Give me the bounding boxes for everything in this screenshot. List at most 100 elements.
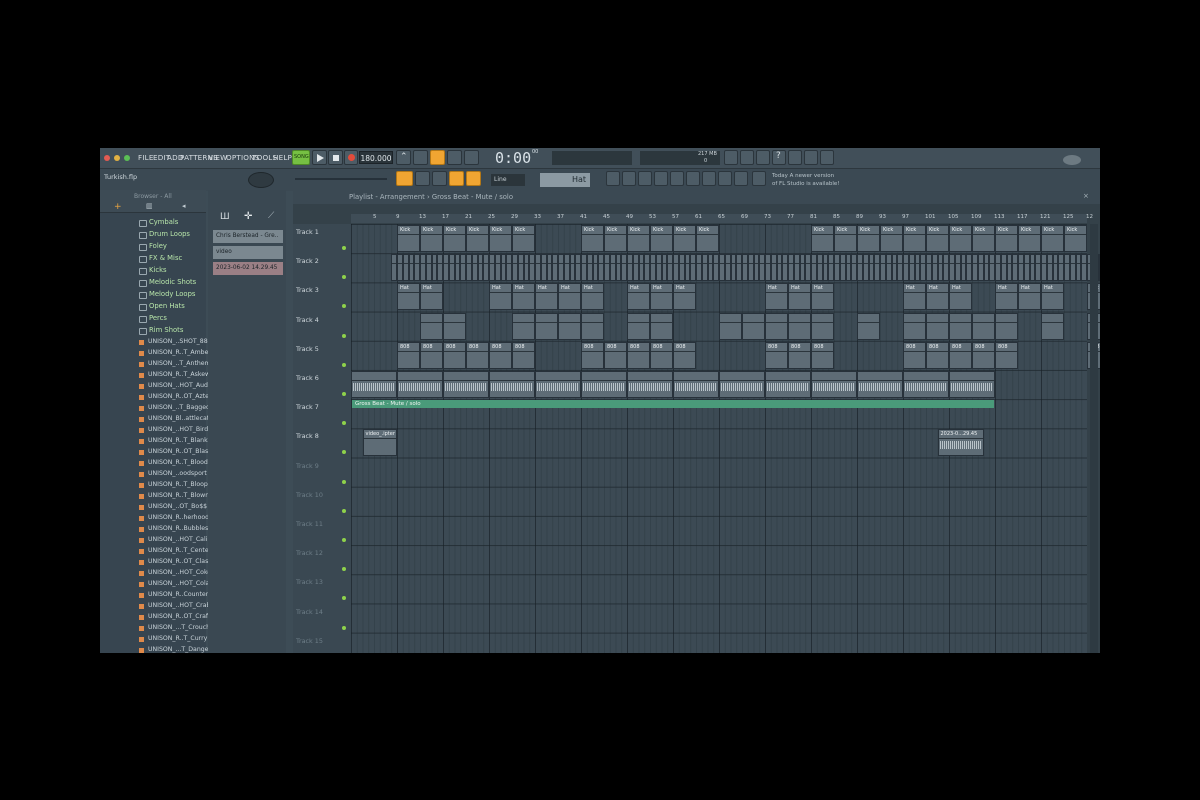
master-volume-knob[interactable] [248, 172, 274, 188]
tempo-display[interactable]: 180.000 [359, 151, 393, 164]
news-panel[interactable]: Today A newer version of FL Studio is av… [772, 172, 839, 188]
pattern-clip[interactable]: Hat [926, 283, 949, 311]
pattern-clip[interactable] [926, 312, 949, 340]
save-button[interactable] [788, 150, 802, 165]
piano-roll-icon[interactable]: Ш [220, 212, 230, 222]
track-name[interactable]: Track 10 [296, 491, 323, 499]
pattern-clip[interactable]: 808 [995, 341, 1018, 369]
track-enable-led[interactable] [342, 508, 346, 513]
pattern-clip[interactable]: 808 [420, 341, 443, 369]
playlist-window-button[interactable] [606, 171, 620, 186]
browser-file[interactable]: UNISON_..HOT_Cali [148, 536, 207, 543]
pattern-clip[interactable]: 808 [397, 341, 420, 369]
pattern-clip[interactable]: Kick [972, 225, 995, 252]
pattern-clip[interactable]: Kick [1041, 225, 1064, 252]
browser-tab-all-icon[interactable]: + [114, 202, 122, 212]
browser-file[interactable]: UNISON_...T_Danger [148, 646, 211, 653]
pattern-clip[interactable] [811, 312, 834, 340]
stamp-button[interactable] [466, 171, 481, 186]
pattern-clip[interactable]: Hat [535, 283, 558, 311]
pattern-clip[interactable] [857, 371, 903, 398]
browser-button[interactable] [670, 171, 684, 186]
channel-item-1[interactable]: Chris Berstead - Gre.. [213, 230, 283, 243]
track-name[interactable]: Track 12 [296, 549, 323, 557]
pattern-clip[interactable]: 808 [903, 341, 926, 369]
pattern-clip[interactable]: Kick [650, 225, 673, 252]
automation-clip[interactable] [352, 400, 994, 408]
play-button[interactable] [312, 150, 327, 165]
pattern-clip[interactable] [719, 371, 765, 398]
pattern-clip[interactable] [627, 312, 650, 340]
pattern-clip[interactable]: Kick [420, 225, 443, 252]
browser-folder[interactable]: Melodic Shots [149, 278, 196, 286]
browser-file[interactable]: UNISON_R..OT_Blast [148, 448, 211, 455]
pattern-clip[interactable]: Kick [397, 225, 420, 252]
pattern-clip[interactable] [903, 371, 949, 398]
pattern-clip[interactable]: 808 [811, 341, 834, 369]
playlist-breadcrumb[interactable]: Playlist - Arrangement › Gross Beat - Mu… [349, 193, 513, 201]
pattern-clip[interactable]: Kick [926, 225, 949, 252]
maximize-dot[interactable] [124, 155, 130, 161]
pattern-clip[interactable]: 808 [788, 341, 811, 369]
browser-file[interactable]: UNISON_..HOT_Bird [148, 426, 208, 433]
track-enable-led[interactable] [342, 304, 346, 309]
pattern-clip[interactable]: Kick [811, 225, 834, 252]
channel-rack-button[interactable] [622, 171, 636, 186]
help-button[interactable]: ? [772, 150, 786, 165]
browser-file[interactable]: UNISON_R..Counters [148, 591, 211, 598]
browser-folder[interactable]: Cymbals [149, 218, 178, 226]
track-name[interactable]: Track 11 [296, 520, 323, 528]
pattern-clip[interactable] [535, 371, 581, 398]
track-name[interactable]: Track 2 [296, 257, 319, 265]
pattern-clip[interactable]: Hat [581, 283, 604, 311]
pattern-clip[interactable]: Hat [397, 283, 420, 311]
track-enable-led[interactable] [342, 596, 346, 601]
pattern-clip[interactable] [811, 371, 857, 398]
pattern-clip[interactable]: 808 [765, 341, 788, 369]
pattern-clip[interactable] [489, 371, 535, 398]
pattern-clip[interactable]: Kick [443, 225, 466, 252]
pattern-clip[interactable]: Kick [880, 225, 903, 252]
toolbar-btn-2[interactable] [740, 150, 754, 165]
browser-file[interactable]: UNISON_...T_Crouch [148, 624, 210, 631]
pattern-clip[interactable] [765, 371, 811, 398]
pattern-clip[interactable] [420, 312, 443, 340]
pattern-clip[interactable] [351, 371, 397, 398]
track-enable-led[interactable] [342, 333, 346, 338]
song-mode-toggle[interactable]: SONG [292, 150, 310, 165]
link-button[interactable] [449, 171, 464, 186]
browser-file[interactable]: UNISON_R..T_Askew [148, 371, 210, 378]
pattern-clip[interactable] [627, 371, 673, 398]
pattern-clip[interactable] [788, 312, 811, 340]
browser-folder[interactable]: FX & Misc [149, 254, 182, 262]
pattern-clip[interactable] [857, 312, 880, 340]
pattern-clip[interactable]: Kick [604, 225, 627, 252]
browser-file[interactable]: UNISON_R..T_Curry [148, 635, 207, 642]
track-name[interactable]: Track 3 [296, 286, 319, 294]
snap-selector[interactable]: Line [491, 174, 525, 186]
pattern-clip[interactable] [1098, 254, 1100, 282]
browser-file[interactable]: UNISON_..HOT_Audi [148, 382, 210, 389]
browser-file[interactable]: UNISON_..HOT_Crab [148, 602, 210, 609]
pattern-clip[interactable] [650, 312, 673, 340]
pattern-clip[interactable]: Kick [1018, 225, 1041, 252]
channel-item-2[interactable]: video [213, 246, 283, 259]
pattern-clip[interactable]: Kick [466, 225, 489, 252]
pattern-mode-button[interactable] [396, 171, 413, 186]
toolbar-btn-5[interactable] [820, 150, 834, 165]
pattern-clip[interactable] [995, 312, 1018, 340]
browser-folder[interactable]: Open Hats [149, 302, 185, 310]
pattern-clip[interactable]: Hat [650, 283, 673, 311]
plugin-picker-button[interactable] [686, 171, 700, 186]
browser-file[interactable]: UNISON_R..T_Blood [148, 459, 208, 466]
track-name[interactable]: Track 7 [296, 403, 319, 411]
browser-folder[interactable]: Kicks [149, 266, 167, 274]
pattern-clip[interactable] [535, 312, 558, 340]
pattern-clip[interactable] [558, 312, 581, 340]
pattern-clip[interactable] [742, 312, 765, 340]
pattern-clip[interactable]: 808 [604, 341, 627, 369]
browser-file[interactable]: UNISON_R..T_Amber [148, 349, 211, 356]
pattern-clip[interactable] [397, 371, 443, 398]
browser-file[interactable]: UNISON_..HOT_Coke [148, 569, 211, 576]
track-enable-led[interactable] [342, 392, 346, 396]
